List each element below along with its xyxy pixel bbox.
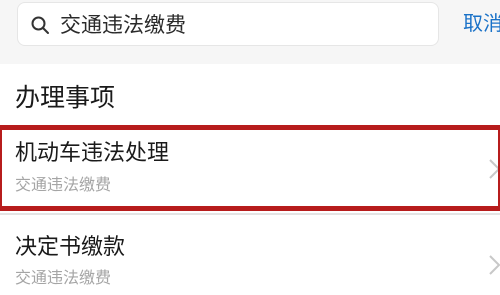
section-title: 办理事项: [15, 83, 116, 112]
list-item-decision-payment[interactable]: 决定书缴款 交通违法缴费: [0, 215, 500, 295]
list-item-motor-vehicle-violation[interactable]: 机动车违法处理 交通违法缴费: [0, 127, 500, 207]
chevron-right-icon: [489, 255, 500, 275]
list-item-title: 机动车违法处理: [15, 141, 170, 166]
search-bar-area: 交通违法缴费 取消: [0, 0, 500, 64]
cancel-button[interactable]: 取消: [463, 9, 500, 37]
search-input[interactable]: 交通违法缴费: [17, 2, 439, 46]
chevron-right-icon: [489, 159, 500, 179]
list-item-subtitle: 交通违法缴费: [15, 175, 112, 194]
list-item-title: 决定书缴款: [15, 235, 126, 260]
list-item-subtitle: 交通违法缴费: [15, 268, 112, 287]
search-query-text[interactable]: 交通违法缴费: [60, 11, 186, 39]
search-icon: [31, 16, 49, 34]
